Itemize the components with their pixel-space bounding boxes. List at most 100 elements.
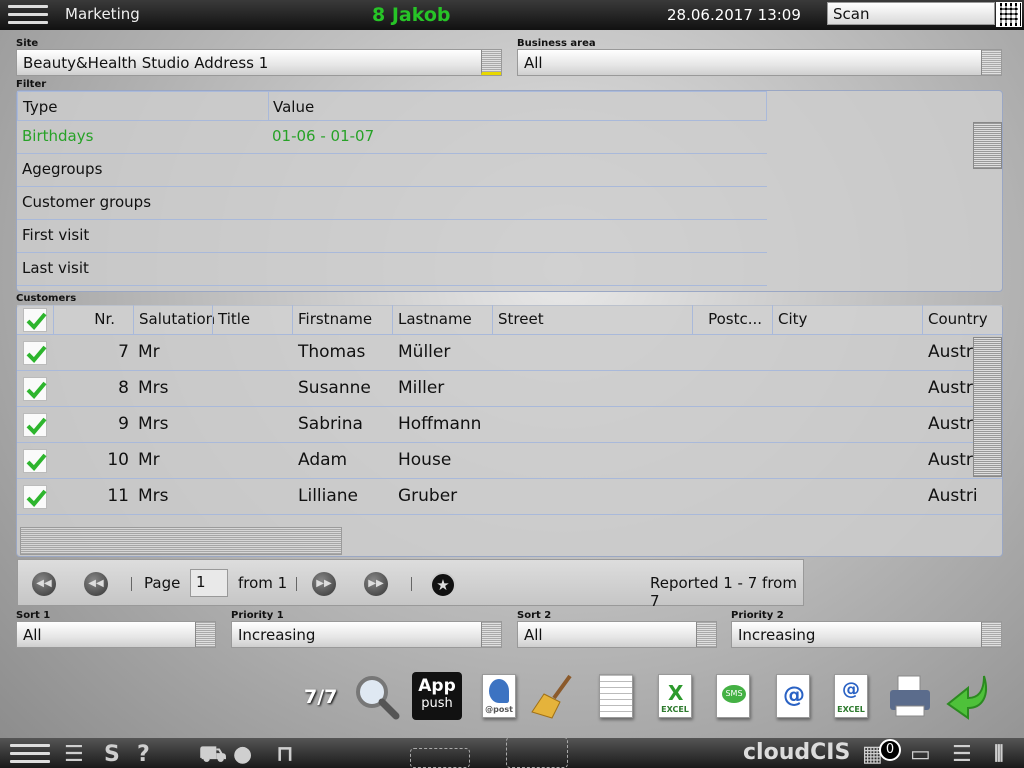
filter-col-type: Type	[23, 98, 58, 116]
current-user[interactable]: 8 Jakob	[372, 4, 451, 26]
table-row[interactable]: 9 Mrs Sabrina Hoffmann Austri	[17, 407, 1002, 443]
cart-icon[interactable]: ⛟	[199, 742, 227, 768]
select-all-checkbox[interactable]	[23, 308, 47, 332]
cell-salutation: Mrs	[138, 378, 169, 398]
table-row[interactable]: 11 Mrs Lilliane Gruber Austri	[17, 479, 1002, 515]
row-checkbox[interactable]	[23, 485, 47, 509]
col-lastname[interactable]: Lastname	[392, 305, 472, 335]
col-street[interactable]: Street	[492, 305, 544, 335]
filter-row[interactable]: Birthdays 01-06 - 01-07	[17, 121, 767, 154]
table-row[interactable]: 8 Mrs Susanne Miller Austri	[17, 371, 1002, 407]
col-postcode[interactable]: Postc...	[692, 305, 772, 335]
menu-icon[interactable]	[8, 5, 48, 25]
business-area-value: All	[524, 54, 543, 72]
list-icon[interactable]: ☰	[64, 742, 84, 767]
cell-salutation: Mrs	[138, 414, 169, 434]
post-icon[interactable]: @post	[476, 672, 524, 720]
tools-icon[interactable]	[410, 748, 470, 768]
datetime: 28.06.2017 13:09	[667, 6, 801, 24]
customers-horizontal-scrollbar[interactable]	[20, 527, 342, 555]
row-checkbox[interactable]	[23, 341, 47, 365]
cell-lastname: House	[398, 450, 452, 470]
split-view-icon[interactable]: ☰	[952, 742, 972, 767]
cell-country: Austri	[928, 486, 978, 506]
cell-firstname: Thomas	[298, 342, 366, 362]
top-bar: Marketing 8 Jakob 28.06.2017 13:09 Scan	[0, 0, 1024, 30]
filter-type: First visit	[22, 226, 90, 244]
filter-row[interactable]: First visit	[17, 220, 767, 253]
table-row[interactable]: 10 Mr Adam House Austri	[17, 443, 1002, 479]
business-area-select[interactable]: All	[517, 49, 1002, 76]
filter-type: Birthdays	[22, 127, 94, 145]
single-view-icon[interactable]: ▭	[910, 742, 931, 767]
business-area-dropdown-handle[interactable]	[981, 50, 1001, 75]
priority1-select[interactable]: Increasing	[231, 621, 502, 648]
app-push-subtext: push	[421, 696, 453, 711]
cell-lastname: Gruber	[398, 486, 458, 506]
site-dropdown-handle[interactable]	[481, 50, 501, 75]
excel-export-icon[interactable]: X EXCEL	[654, 672, 702, 720]
row-checkbox[interactable]	[23, 413, 47, 437]
printer-icon[interactable]	[886, 672, 934, 720]
s-icon[interactable]: S	[104, 742, 120, 767]
unlock-icon[interactable]: ⊓	[276, 742, 294, 767]
filter-row[interactable]: Customer groups	[17, 187, 767, 220]
col-salutation[interactable]: Salutation	[133, 305, 215, 335]
customers-vertical-scrollbar[interactable]	[973, 337, 1002, 477]
col-nr[interactable]: Nr.	[53, 305, 133, 335]
sort2-dropdown-handle[interactable]	[696, 622, 716, 647]
sort1-select[interactable]: All	[16, 621, 216, 648]
cell-lastname: Hoffmann	[398, 414, 482, 434]
row-checkbox[interactable]	[23, 377, 47, 401]
qr-code-icon[interactable]	[996, 2, 1022, 27]
page-number-input[interactable]: 1	[190, 569, 228, 597]
row-checkbox[interactable]	[23, 449, 47, 473]
cell-nr: 11	[107, 486, 129, 506]
filter-type: Last visit	[22, 259, 89, 277]
sms-icon[interactable]: SMS	[712, 672, 760, 720]
filter-row[interactable]: Agegroups	[17, 154, 767, 187]
screen-icon[interactable]	[506, 737, 568, 768]
priority2-value: Increasing	[738, 626, 816, 644]
priority2-select[interactable]: Increasing	[731, 621, 1002, 648]
search-icon[interactable]	[352, 672, 400, 720]
clear-broom-icon[interactable]	[530, 672, 578, 720]
col-city[interactable]: City	[772, 305, 807, 335]
cell-nr: 8	[118, 378, 129, 398]
download-arrow-icon[interactable]	[944, 672, 992, 720]
site-select[interactable]: Beauty&Health Studio Address 1	[16, 49, 502, 76]
next-page-icon[interactable]: ▶▶	[312, 572, 336, 596]
filter-row[interactable]: Last visit	[17, 253, 767, 286]
app-push-icon[interactable]: App push	[412, 672, 462, 720]
bottom-menu-icon[interactable]	[10, 744, 50, 764]
columns-view-icon[interactable]: ⦀	[994, 742, 1004, 767]
sort2-select[interactable]: All	[517, 621, 717, 648]
cell-salutation: Mr	[138, 342, 160, 362]
list-document-icon[interactable]	[595, 672, 643, 720]
user-icon[interactable]: ●	[233, 742, 252, 767]
table-row[interactable]: 7 Mr Thomas Müller Austri	[17, 335, 1002, 371]
scan-input[interactable]: Scan	[827, 2, 995, 25]
sort2-value: All	[524, 626, 543, 644]
priority1-dropdown-handle[interactable]	[481, 622, 501, 647]
email-icon[interactable]: @	[772, 672, 820, 720]
customers-label: Customers	[16, 293, 77, 304]
cell-country: Austri	[928, 450, 978, 470]
first-page-icon[interactable]: ◀◀	[32, 572, 56, 596]
email-excel-icon[interactable]: @ EXCEL	[830, 672, 878, 720]
col-title[interactable]: Title	[212, 305, 250, 335]
favorite-star-icon[interactable]: ★	[430, 572, 456, 598]
brand-logo: cloudCIS	[743, 740, 851, 765]
priority2-dropdown-handle[interactable]	[981, 622, 1001, 647]
filter-scrollbar[interactable]	[973, 122, 1002, 169]
col-firstname[interactable]: Firstname	[292, 305, 372, 335]
col-country[interactable]: Country	[922, 305, 988, 335]
cell-nr: 7	[118, 342, 129, 362]
last-page-icon[interactable]: ▶▶	[364, 572, 388, 596]
help-icon[interactable]: ?	[137, 742, 150, 767]
sort1-value: All	[23, 626, 42, 644]
sort1-dropdown-handle[interactable]	[195, 622, 215, 647]
cell-country: Austri	[928, 378, 978, 398]
calendar-badge: 0	[879, 739, 901, 761]
previous-page-icon[interactable]: ◀◀	[84, 572, 108, 596]
